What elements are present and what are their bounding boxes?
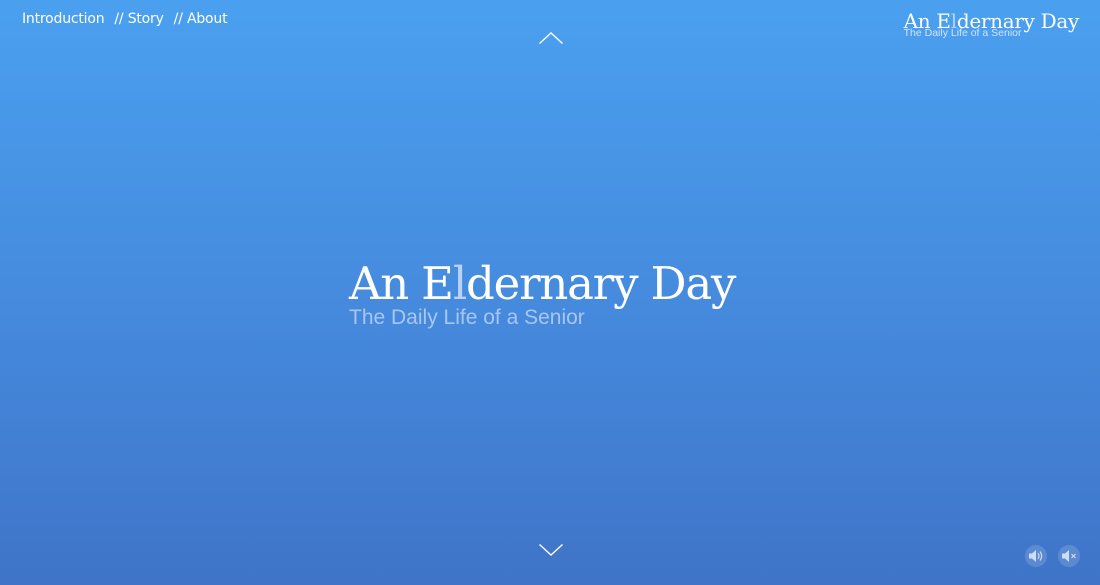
speaker-icon <box>1029 550 1043 562</box>
nav-introduction-link[interactable]: Introduction <box>22 11 105 27</box>
chevron-down-icon <box>539 543 563 556</box>
hero-title-highlight: l <box>452 257 467 310</box>
sound-controls <box>1025 545 1080 567</box>
speaker-mute-icon <box>1062 550 1076 562</box>
site-logo[interactable]: An Eldernary Day The Daily Life of a Sen… <box>904 9 1080 38</box>
nav-link-label: Story <box>127 11 164 27</box>
hero-title: An Eldernary Day <box>349 254 736 314</box>
sound-on-button[interactable] <box>1025 545 1047 567</box>
nav-story-link[interactable]: // Story <box>114 11 163 27</box>
nav-about-link[interactable]: // About <box>174 11 228 27</box>
nav-link-label: About <box>186 11 228 27</box>
hero-title-part: dernary Day <box>466 257 736 310</box>
main-nav: Introduction // Story // About <box>22 11 228 27</box>
hero-title-block: An Eldernary Day The Daily Life of a Sen… <box>349 254 736 330</box>
scroll-up-button[interactable] <box>538 31 564 45</box>
nav-separator: // <box>114 11 128 27</box>
nav-link-label: Introduction <box>22 11 105 27</box>
chevron-up-icon <box>539 32 563 45</box>
hero-title-part: An E <box>349 257 454 310</box>
scroll-down-button[interactable] <box>538 543 564 557</box>
nav-separator: // <box>173 11 187 27</box>
sound-mute-button[interactable] <box>1058 545 1080 567</box>
